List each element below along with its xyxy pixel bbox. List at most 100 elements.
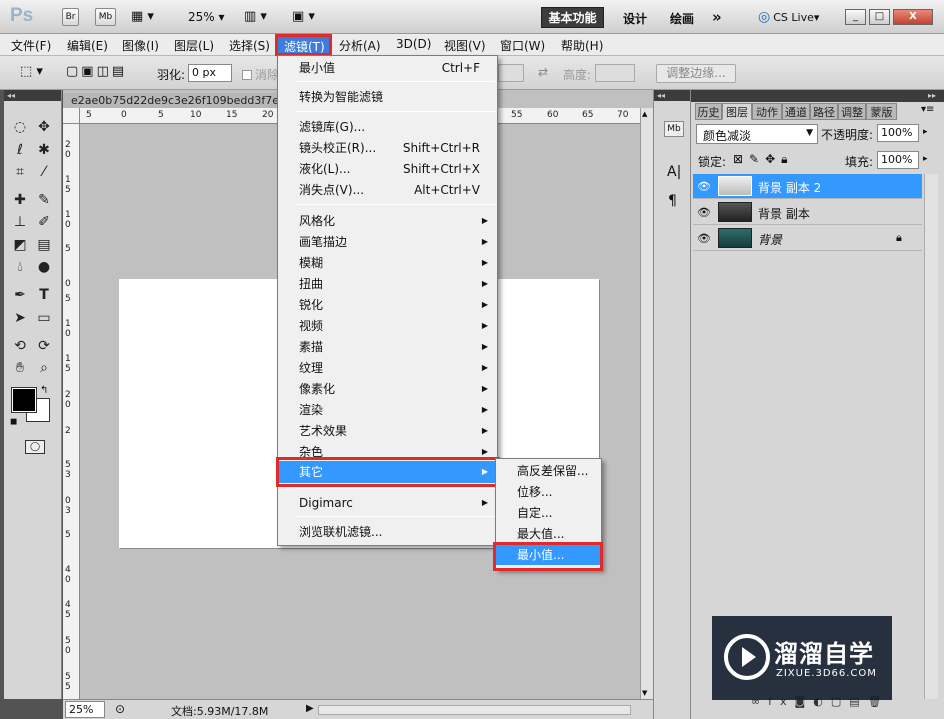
visibility-eye-icon[interactable]: 👁︎ xyxy=(697,180,711,193)
menu-item-vanishing-point[interactable]: 消失点(V)... Alt+Ctrl+V xyxy=(278,180,497,200)
mini-bridge-button[interactable]: Mb xyxy=(95,8,116,26)
marquee-tool-icon[interactable]: ◌ xyxy=(10,117,30,137)
strip-collapse[interactable]: ◂◂ xyxy=(654,90,690,101)
eraser-tool-icon[interactable]: ◩ xyxy=(10,235,30,255)
brush-tool-icon[interactable]: ✎ xyxy=(34,190,54,210)
screen-mode-icon[interactable]: ▣ ▾ xyxy=(292,9,315,24)
paragraph-panel-icon[interactable]: ¶ xyxy=(668,193,677,209)
menu-item-browse-filters[interactable]: 浏览联机滤镜... xyxy=(278,522,497,542)
menu-edit[interactable]: 编辑(E) xyxy=(67,37,108,54)
zoom-tool-icon[interactable]: ⌕ xyxy=(34,358,54,378)
vertical-scrollbar[interactable]: ▲ ▼ xyxy=(640,108,653,699)
menu-item-blur[interactable]: 模糊 ▶ xyxy=(278,253,497,273)
fill-arrow-icon[interactable]: ▸ xyxy=(923,154,928,164)
menu-item-digimarc[interactable]: Digimarc ▶ xyxy=(278,493,497,513)
hand-tool-icon[interactable]: ✋︎ xyxy=(10,358,30,378)
document-tab[interactable]: e2ae0b75d22de9c3e26f109bedd3f7e xyxy=(63,93,279,108)
menu-item-liquify[interactable]: 液化(L)... Shift+Ctrl+X xyxy=(278,159,497,179)
dodge-tool-icon[interactable]: ● xyxy=(34,257,54,277)
swap-colors-icon[interactable]: ↰ xyxy=(40,385,48,396)
refine-edge-button[interactable]: 调整边缘... xyxy=(656,64,736,83)
selection-mode-icons[interactable]: ▢▣◫▤ xyxy=(66,64,140,82)
layers-scrollbar[interactable] xyxy=(924,174,938,699)
menu-item-stylize[interactable]: 风格化 ▶ xyxy=(278,211,497,231)
menu-item-maximum[interactable]: 最大值... xyxy=(496,524,601,544)
panel-expand[interactable]: ▸▸ xyxy=(691,90,944,102)
status-menu-arrow-icon[interactable]: ▶ xyxy=(306,703,314,714)
width-input[interactable] xyxy=(498,64,524,82)
tab-history[interactable]: 历史 xyxy=(695,103,722,120)
scroll-down-icon[interactable]: ▼ xyxy=(642,689,647,697)
status-icon[interactable]: ⊙ xyxy=(115,702,125,716)
workspace-design[interactable]: 设计 xyxy=(623,10,647,27)
menu-item-last-filter[interactable]: 最小值 Ctrl+F xyxy=(278,58,497,78)
close-button[interactable]: X xyxy=(893,9,933,25)
maximize-button[interactable]: □ xyxy=(869,9,890,25)
3d-rotate-tool-icon[interactable]: ⟲ xyxy=(10,336,30,356)
tab-adjustments[interactable]: 调整 xyxy=(838,103,866,120)
menu-item-render[interactable]: 渲染 ▶ xyxy=(278,400,497,420)
mini-bridge-panel-icon[interactable]: Mb xyxy=(664,121,684,137)
menu-item-brush-strokes[interactable]: 画笔描边 ▶ xyxy=(278,232,497,252)
feather-input[interactable]: 0 px xyxy=(188,64,232,82)
workspace-essentials[interactable]: 基本功能 xyxy=(541,7,604,28)
layer-row[interactable]: 👁︎ 背景 副本 2 xyxy=(693,174,922,199)
menu-item-filter-gallery[interactable]: 滤镜库(G)... xyxy=(278,117,497,137)
menu-item-offset[interactable]: 位移... xyxy=(496,482,601,502)
workspace-more-button[interactable]: » xyxy=(712,8,722,26)
tab-paths[interactable]: 路径 xyxy=(810,103,838,120)
marquee-preset-icon[interactable]: ⬚ ▾ xyxy=(20,64,43,79)
opacity-input[interactable]: 100% xyxy=(877,124,919,142)
menu-view[interactable]: 视图(V) xyxy=(444,37,486,54)
eyedropper-tool-icon[interactable]: ⁄ xyxy=(34,162,54,182)
menu-layer[interactable]: 图层(L) xyxy=(174,37,214,54)
type-tool-icon[interactable]: T xyxy=(34,285,54,305)
character-panel-icon[interactable]: A| xyxy=(667,164,681,180)
vertical-ruler[interactable]: 2 0 1 5 1 0 5 0 5 1 0 1 5 2 0 2 5 3 0 3 … xyxy=(63,124,80,700)
lasso-tool-icon[interactable]: ℓ xyxy=(10,140,30,160)
move-tool-icon[interactable]: ✥ xyxy=(34,117,54,137)
menu-item-distort[interactable]: 扭曲 ▶ xyxy=(278,274,497,294)
menu-select[interactable]: 选择(S) xyxy=(229,37,270,54)
menu-item-lens-correction[interactable]: 镜头校正(R)... Shift+Ctrl+R xyxy=(278,138,497,158)
layer-row[interactable]: 👁︎ 背景 副本 xyxy=(693,200,922,225)
menu-item-pixelate[interactable]: 像素化 ▶ xyxy=(278,379,497,399)
menu-item-custom[interactable]: 自定... xyxy=(496,503,601,523)
tab-actions[interactable]: 动作 xyxy=(752,103,782,120)
blur-tool-icon[interactable]: 💧︎ xyxy=(10,257,30,277)
scroll-up-icon[interactable]: ▲ xyxy=(642,110,647,118)
menu-analysis[interactable]: 分析(A) xyxy=(339,37,381,54)
layer-row[interactable]: 👁︎ 背景 🔒︎ xyxy=(693,226,922,251)
minimize-button[interactable]: _ xyxy=(845,9,866,25)
opacity-arrow-icon[interactable]: ▸ xyxy=(923,127,928,137)
ruler-origin[interactable] xyxy=(63,108,80,124)
zoom-level-dropdown[interactable]: 25% ▾ xyxy=(188,10,225,24)
menu-item-video[interactable]: 视频 ▶ xyxy=(278,316,497,336)
fill-input[interactable]: 100% xyxy=(877,151,919,169)
swap-icon[interactable]: ⇄ xyxy=(538,65,548,79)
menu-item-texture[interactable]: 纹理 ▶ xyxy=(278,358,497,378)
clone-stamp-tool-icon[interactable]: ⊥ xyxy=(10,212,30,232)
cs-live-menu[interactable]: ◎ CS Live ▾ xyxy=(758,9,819,25)
tab-channels[interactable]: 通道 xyxy=(782,103,810,120)
menu-item-high-pass[interactable]: 高反差保留... xyxy=(496,461,601,481)
spot-healing-tool-icon[interactable]: ✚ xyxy=(10,190,30,210)
rectangle-tool-icon[interactable]: ▭ xyxy=(34,308,54,328)
tab-masks[interactable]: 蒙版 xyxy=(866,103,897,120)
crop-tool-icon[interactable]: ⌗ xyxy=(10,162,30,182)
foreground-color-swatch[interactable] xyxy=(11,387,37,413)
3d-orbit-tool-icon[interactable]: ⟳ xyxy=(34,336,54,356)
magic-wand-tool-icon[interactable]: ✱ xyxy=(34,140,54,160)
gradient-tool-icon[interactable]: ▤ xyxy=(34,235,54,255)
height-input[interactable] xyxy=(595,64,635,82)
view-extras-icon[interactable]: ▦ ▾ xyxy=(131,9,154,24)
visibility-eye-icon[interactable]: 👁︎ xyxy=(697,206,711,219)
panel-menu-icon[interactable]: ▾≡ xyxy=(921,104,934,115)
default-colors-icon[interactable]: ◼ xyxy=(10,417,17,427)
horizontal-scrollbar[interactable] xyxy=(318,705,631,715)
menu-file[interactable]: 文件(F) xyxy=(11,37,51,54)
menu-item-sharpen[interactable]: 锐化 ▶ xyxy=(278,295,497,315)
pen-tool-icon[interactable]: ✒ xyxy=(10,285,30,305)
menu-3d[interactable]: 3D(D) xyxy=(396,37,431,51)
blend-mode-dropdown[interactable]: 颜色减淡 ▼ xyxy=(696,124,818,144)
